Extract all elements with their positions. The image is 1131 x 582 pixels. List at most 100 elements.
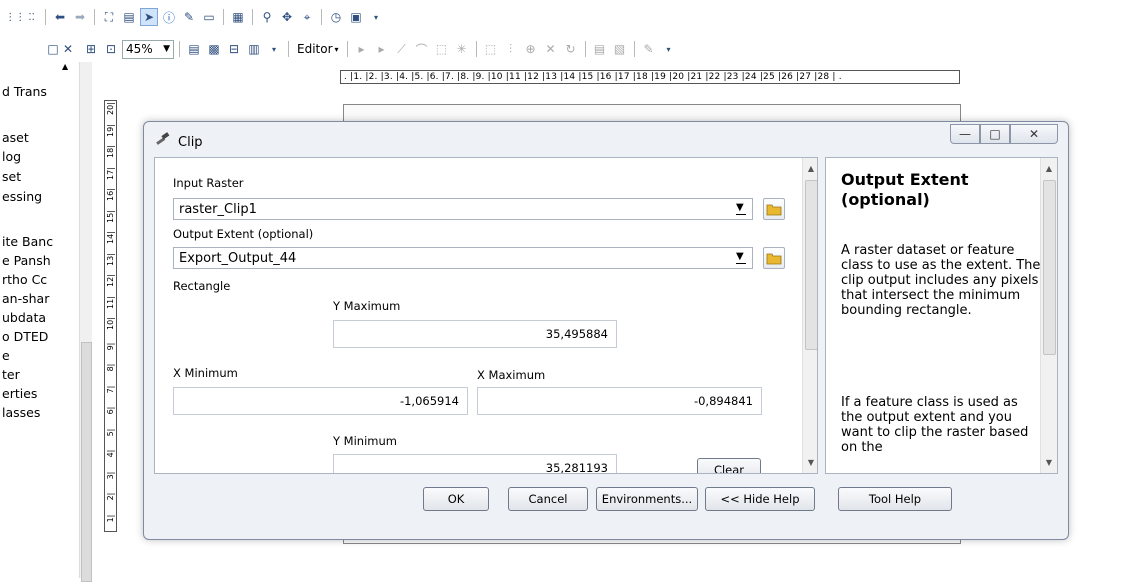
rotate-icon[interactable]: ↻	[562, 40, 580, 58]
sketch-properties-icon[interactable]: ▧	[611, 40, 629, 58]
y-minimum-input[interactable]: 35,281193	[333, 454, 617, 473]
scroll-down-icon[interactable]: ▼	[1041, 454, 1057, 470]
editor-menu-button[interactable]: Editor ▾	[294, 42, 342, 56]
vertical-ruler-label: 14|	[106, 231, 115, 244]
toc-item[interactable]: o DTED	[2, 329, 78, 344]
edit-annotation-icon[interactable]: ▸	[373, 40, 391, 58]
edit-tool-icon[interactable]: ▸	[353, 40, 371, 58]
clear-button-label: Clear	[713, 463, 745, 474]
straight-segment-icon[interactable]: ⟋	[393, 40, 411, 58]
find-icon[interactable]: ⚲	[258, 8, 276, 26]
help-scrollbar-thumb[interactable]	[1043, 180, 1056, 355]
reshape-icon[interactable]: ⫶	[502, 40, 520, 58]
toc-item[interactable]: e Pansh	[2, 253, 78, 268]
toc-item[interactable]: rtho Cc	[2, 272, 78, 287]
viewer-icon[interactable]: ▣	[347, 8, 365, 26]
toc-item[interactable]: ite Banc	[2, 234, 78, 249]
split-icon[interactable]: ✕	[542, 40, 560, 58]
select-elements-icon[interactable]: ⛶	[100, 8, 118, 26]
go-to-xy-icon[interactable]: ⌖	[298, 8, 316, 26]
y-maximum-input[interactable]: 35,495884	[333, 320, 617, 348]
y-minimum-label: Y Minimum	[333, 434, 397, 448]
focus-data-frame-icon[interactable]: ▩	[205, 40, 223, 58]
input-raster-select[interactable]: raster_Clip1 ▼	[173, 198, 753, 220]
environments-button-label: Environments...	[601, 492, 693, 506]
zoom-level-select[interactable]: 45% ▼	[122, 39, 174, 59]
close-button[interactable]: ✕	[1010, 124, 1058, 144]
toc-item[interactable]: aset	[2, 130, 78, 145]
toolbar-separator	[288, 41, 289, 57]
measure-icon[interactable]: ▦	[229, 8, 247, 26]
toc-scrollbar-thumb[interactable]	[81, 342, 92, 582]
vertical-ruler-label: 1|	[106, 514, 115, 522]
toolbar-overflow-icon[interactable]: ▾	[660, 40, 678, 58]
zoom-page-icon[interactable]: ⊞	[82, 40, 100, 58]
help-scrollbar[interactable]: ▲ ▼	[1040, 158, 1057, 473]
toc-item[interactable]: erties	[2, 386, 78, 401]
toolbar-overflow-icon[interactable]: ▾	[367, 8, 385, 26]
minimize-button[interactable]: —	[950, 124, 980, 144]
forward-arrow-icon[interactable]: ➡	[71, 8, 89, 26]
data-driven-pages-icon[interactable]: ▥	[245, 40, 263, 58]
restore-window-icon[interactable]: □	[46, 40, 60, 58]
toc-scrollbar[interactable]	[79, 62, 92, 582]
cancel-button[interactable]: Cancel	[508, 487, 588, 511]
vertical-ruler-label: 13|	[106, 252, 115, 266]
toc-item[interactable]: set	[2, 169, 78, 184]
dialog-title-bar[interactable]: Clip	[154, 132, 203, 152]
edit-vertices-icon[interactable]: ⬚	[482, 40, 500, 58]
end-point-arc-icon[interactable]: ⌒	[413, 40, 431, 58]
scroll-up-icon[interactable]: ▲	[1041, 160, 1057, 176]
find-route-icon[interactable]: ✥	[278, 8, 296, 26]
chevron-down-icon: ▼	[163, 44, 170, 54]
toc-item[interactable]: ubdata	[2, 310, 78, 325]
attributes-icon[interactable]: ▤	[591, 40, 609, 58]
pointer-icon[interactable]: ➤	[140, 8, 158, 26]
parameters-scrollbar[interactable]: ▲ ▼	[802, 158, 817, 473]
scroll-up-icon[interactable]: ▲	[803, 160, 817, 176]
horizontal-ruler: . |1. |2. |3. |4. |5. |6. |7. |8. |9. |1…	[340, 70, 960, 84]
ok-button-label: OK	[447, 492, 465, 506]
point-icon[interactable]: ✳	[453, 40, 471, 58]
panel-scroll-up-icon[interactable]: ▲	[62, 62, 68, 71]
tool-help-button[interactable]: Tool Help	[838, 487, 952, 511]
toc-item[interactable]: ter	[2, 367, 78, 382]
pencil-icon[interactable]: ✎	[180, 8, 198, 26]
vertical-ruler-label: 4|	[106, 449, 115, 458]
trace-icon[interactable]: ⬚	[433, 40, 451, 58]
time-slider-icon[interactable]: ◷	[327, 8, 345, 26]
cut-polygons-icon[interactable]: ⊕	[522, 40, 540, 58]
clear-button[interactable]: Clear	[697, 458, 761, 474]
parameters-scrollbar-thumb[interactable]	[805, 180, 817, 350]
hide-help-button[interactable]: << Hide Help	[705, 487, 815, 511]
toolbar-overflow-icon[interactable]: ▾	[265, 40, 283, 58]
create-features-icon[interactable]: ✎	[640, 40, 658, 58]
dock-icon[interactable]: ⋮⋮ ⁚⁚	[0, 8, 40, 26]
output-extent-select[interactable]: Export_Output_44 ▼	[173, 247, 753, 269]
toggle-draft-icon[interactable]: ▤	[185, 40, 203, 58]
browse-output-extent-button[interactable]	[763, 247, 785, 269]
maximize-button[interactable]: □	[980, 124, 1010, 144]
identify-icon[interactable]: ⓘ	[160, 8, 178, 26]
close-window-icon[interactable]: ✕	[62, 40, 74, 58]
layout-icon[interactable]: ▤	[120, 8, 138, 26]
back-arrow-icon[interactable]: ⬅	[51, 8, 69, 26]
environments-button[interactable]: Environments...	[596, 487, 698, 511]
toc-item[interactable]: log	[2, 149, 78, 164]
toc-item[interactable]: d Trans	[2, 84, 78, 99]
browse-input-raster-button[interactable]	[763, 198, 785, 220]
toc-item[interactable]: lasses	[2, 405, 78, 420]
scroll-down-icon[interactable]: ▼	[803, 454, 817, 470]
x-minimum-input[interactable]: -1,065914	[173, 387, 468, 415]
html-popup-icon[interactable]: ▭	[200, 8, 218, 26]
toc-item[interactable]: e	[2, 348, 78, 363]
fixed-zoom-icon[interactable]: ⊡	[102, 40, 120, 58]
ok-button[interactable]: OK	[423, 487, 489, 511]
toc-item[interactable]: essing	[2, 189, 78, 204]
change-layout-icon[interactable]: ⊟	[225, 40, 243, 58]
toolbar-row-2: □ ✕ ⊞ ⊡ 45% ▼ ▤ ▩ ⊟ ▥ ▾ Editor ▾ ▸ ▸ ⟋ ⌒…	[0, 38, 678, 60]
x-minimum-label: X Minimum	[173, 366, 238, 380]
x-maximum-input[interactable]: -0,894841	[477, 387, 762, 415]
zoom-level-value: 45%	[126, 42, 153, 56]
toc-item[interactable]: an-shar	[2, 291, 78, 306]
